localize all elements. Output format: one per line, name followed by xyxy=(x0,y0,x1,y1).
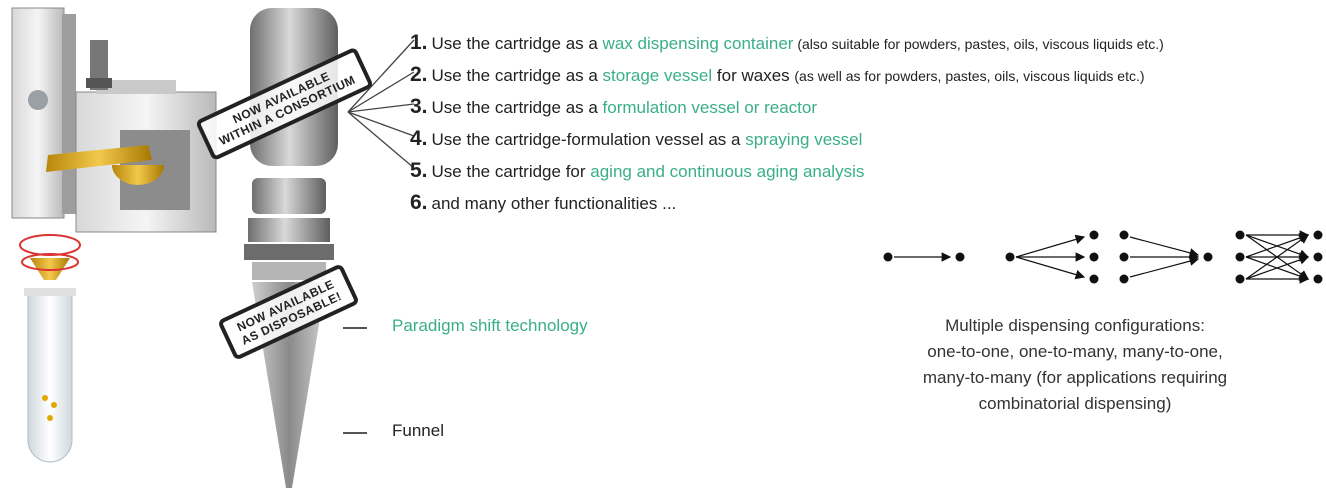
label-dash xyxy=(343,432,367,434)
config-node xyxy=(883,252,893,262)
item-number: 1. xyxy=(410,31,428,54)
paradigm-label: Paradigm shift technology xyxy=(392,316,588,335)
label-dash xyxy=(343,327,367,329)
config-node xyxy=(1235,274,1245,284)
item-text: Use the cartridge-formulation vessel as … xyxy=(431,130,746,149)
config-node xyxy=(1313,274,1323,284)
item-number: 5. xyxy=(410,159,428,182)
config-node xyxy=(1089,230,1099,240)
item-text: Use the cartridge as a xyxy=(431,66,603,85)
item-note: (as well as for powders, pastes, oils, v… xyxy=(794,68,1145,84)
list-item: 5. Use the cartridge for aging and contin… xyxy=(410,159,864,183)
configurations-caption: Multiple dispensing configurations: one-… xyxy=(880,313,1270,417)
config-node xyxy=(1203,252,1213,262)
caption-line: one-to-one, one-to-many, many-to-one, xyxy=(927,342,1223,361)
caption-line: many-to-many (for applications requiring xyxy=(922,368,1228,387)
config-node xyxy=(955,252,965,262)
list-item: 6. and many other functionalities ... xyxy=(410,191,676,215)
dispensing-configurations-diagram xyxy=(883,230,1323,284)
funnel-label: Funnel xyxy=(392,421,444,440)
item-number: 2. xyxy=(410,63,428,86)
config-node xyxy=(1235,230,1245,240)
item-text: Use the cartridge for xyxy=(431,162,591,181)
item-highlight: formulation vessel or reactor xyxy=(602,98,818,117)
config-node xyxy=(1119,252,1129,262)
config-node xyxy=(1235,252,1245,262)
list-item: 3. Use the cartridge as a formulation ves… xyxy=(410,95,817,119)
config-node xyxy=(1313,230,1323,240)
item-highlight: storage vessel xyxy=(602,66,713,85)
config-node xyxy=(1005,252,1015,262)
item-number: 3. xyxy=(410,95,428,118)
item-text: for waxes xyxy=(712,66,795,85)
item-text: and many other functionalities ... xyxy=(431,194,677,213)
item-text: Use the cartridge as a xyxy=(431,98,603,117)
config-node xyxy=(1089,274,1099,284)
item-highlight: spraying vessel xyxy=(745,130,863,149)
config-node xyxy=(1313,252,1323,262)
item-text: Use the cartridge as a xyxy=(431,34,603,53)
caption-line: combinatorial dispensing) xyxy=(978,394,1172,413)
config-node xyxy=(1119,274,1129,284)
item-highlight: aging and continuous aging analysis xyxy=(590,162,865,181)
config-node xyxy=(1119,230,1129,240)
dispenser-device-illustration xyxy=(11,7,217,463)
caption-line: Multiple dispensing configurations: xyxy=(945,316,1205,335)
list-item: 1. Use the cartridge as a wax dispensing … xyxy=(410,31,1164,55)
connector-lines xyxy=(347,39,415,169)
list-item: 2. Use the cartridge as a storage vessel … xyxy=(410,63,1145,87)
config-node xyxy=(1089,252,1099,262)
item-number: 4. xyxy=(410,127,428,150)
item-note: (also suitable for powders, pastes, oils… xyxy=(793,36,1164,52)
item-highlight: wax dispensing container xyxy=(602,34,794,53)
list-item: 4. Use the cartridge-formulation vessel a… xyxy=(410,127,862,151)
item-number: 6. xyxy=(410,191,428,214)
